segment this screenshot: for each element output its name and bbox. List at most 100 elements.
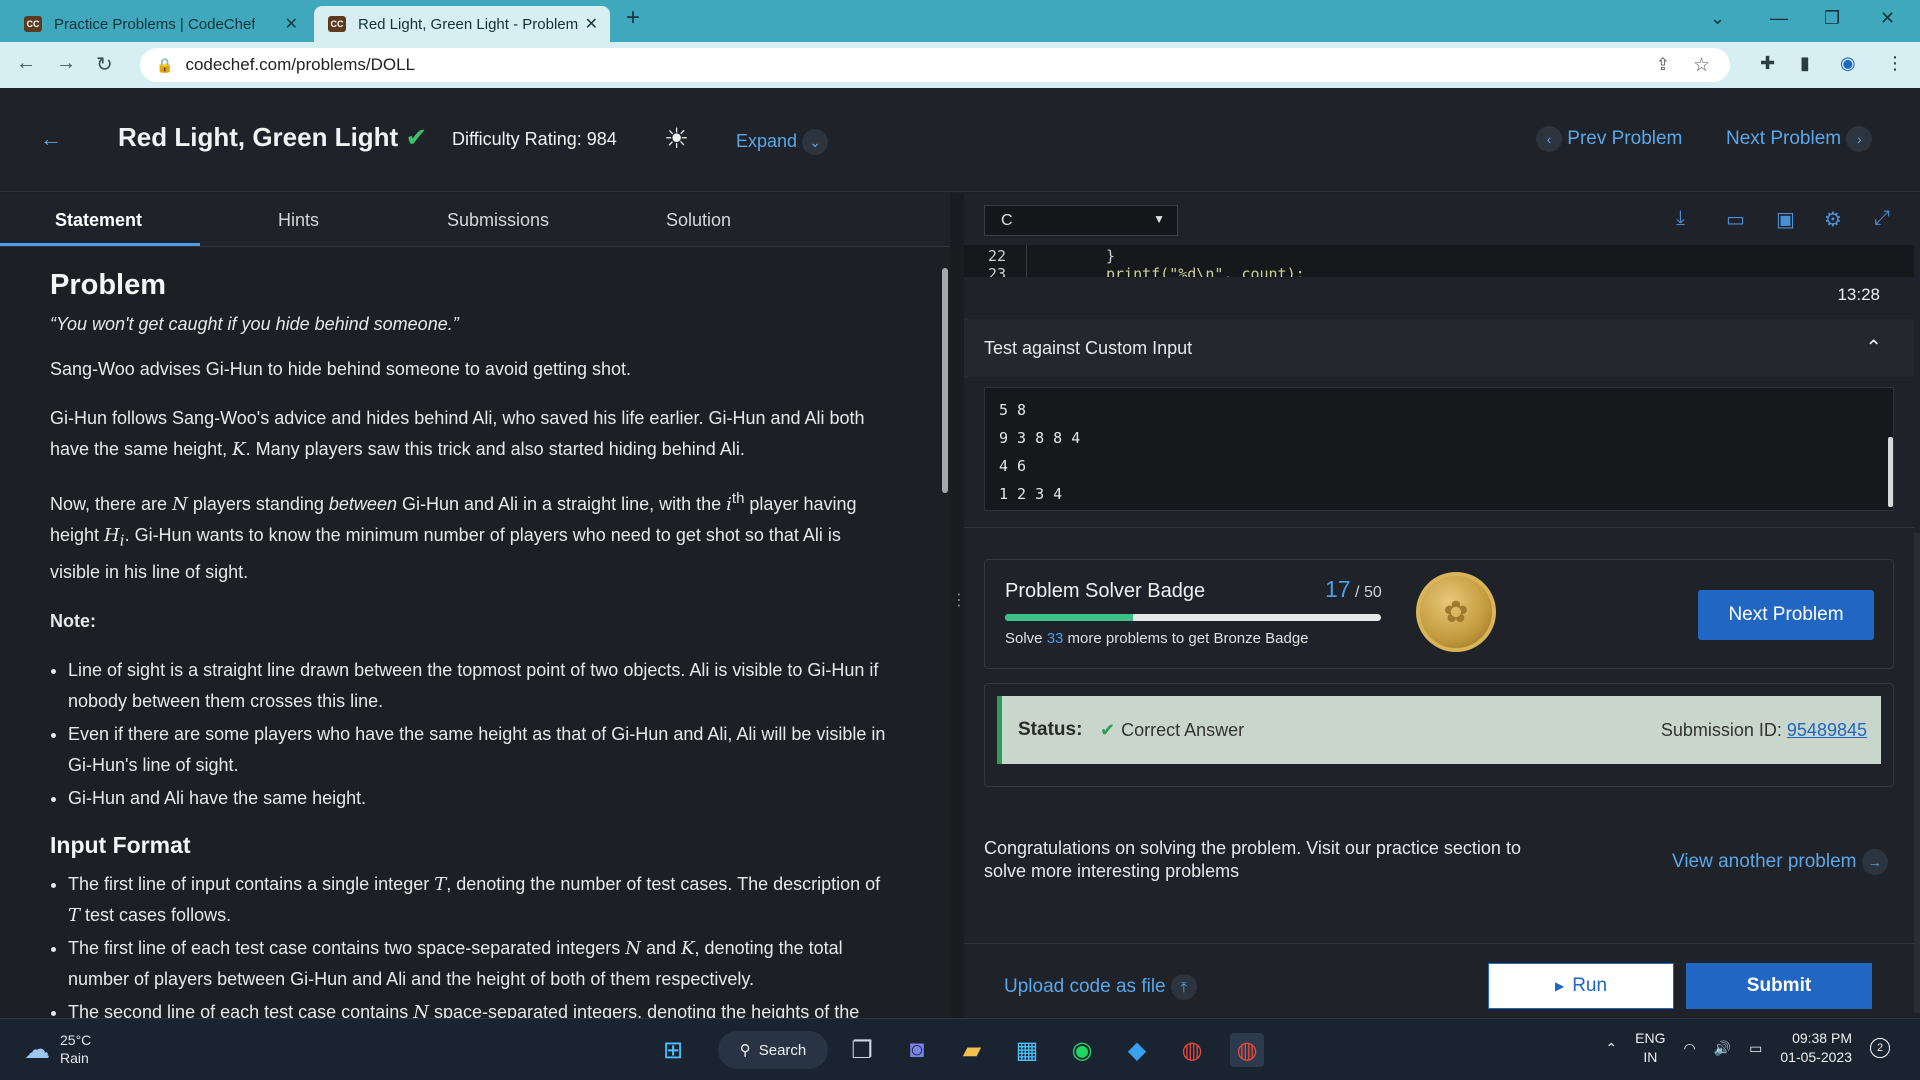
next-problem-button[interactable]: Next Problem: [1698, 590, 1874, 640]
list-item: Gi-Hun and Ali have the same height.: [68, 783, 890, 814]
download-icon[interactable]: ⤓: [1676, 207, 1685, 230]
windows-start-icon[interactable]: ⊞: [656, 1033, 690, 1067]
input-format-list: The first line of input contains a singl…: [68, 869, 890, 1018]
chevron-up-icon[interactable]: ⌃: [1605, 1040, 1617, 1057]
address-bar-row: ← → ↻ 🔒 codechef.com/problems/DOLL ⇪ ☆ ✚…: [0, 42, 1920, 88]
window-close-icon[interactable]: ✕: [1880, 8, 1895, 29]
vscode-icon[interactable]: ◆: [1120, 1033, 1154, 1067]
chevron-up-icon[interactable]: ⌃: [1865, 335, 1882, 360]
bookmark-star-icon[interactable]: ☆: [1693, 54, 1710, 77]
prev-problem-label: Prev Problem: [1567, 128, 1683, 150]
lang-primary: ENG: [1635, 1030, 1666, 1046]
code-editor[interactable]: 22 } 23 printf("%d\n", count);: [964, 245, 1914, 277]
minimize-icon[interactable]: —: [1770, 8, 1788, 29]
tab-solution[interactable]: Solution: [666, 210, 731, 231]
timer: 13:28: [1837, 285, 1880, 304]
language-value: C: [1001, 212, 1013, 229]
line-number: 22: [988, 247, 1007, 265]
statement-scrollbar[interactable]: [942, 268, 948, 493]
browser-tab-problem[interactable]: CC Red Light, Green Light - Problem ✕: [314, 6, 610, 42]
tab-hints[interactable]: Hints: [278, 210, 319, 231]
back-arrow-icon[interactable]: ←: [16, 52, 36, 75]
custom-input-textarea[interactable]: 5 8 9 3 8 8 4 4 6 1 2 3 4: [984, 387, 1894, 511]
tab-search-chevron-icon[interactable]: ⌄: [1710, 8, 1725, 29]
menu-kebab-icon[interactable]: ⋮: [1886, 53, 1904, 74]
wifi-icon[interactable]: ◠: [1683, 1040, 1695, 1057]
tab-submissions[interactable]: Submissions: [447, 210, 549, 231]
file-explorer-icon[interactable]: ▰: [955, 1033, 989, 1067]
submission-id-link[interactable]: 95489845: [1787, 720, 1867, 740]
statement-paragraph: Now, there are N players standing betwee…: [50, 490, 857, 582]
run-button[interactable]: ▶ Run: [1488, 963, 1674, 1009]
bronze-medal-icon: ✿: [1416, 572, 1496, 652]
badge-note: Solve 33 more problems to get Bronze Bad…: [1005, 630, 1309, 647]
prev-problem-button[interactable]: ‹ Prev Problem: [1536, 126, 1682, 152]
restore-icon[interactable]: ❐: [1824, 8, 1840, 29]
solved-check-icon: ✔: [405, 122, 428, 152]
spotify-icon[interactable]: ◉: [1065, 1033, 1099, 1067]
microsoft-store-icon[interactable]: ▦: [1010, 1033, 1044, 1067]
reload-icon[interactable]: ↻: [96, 52, 113, 77]
next-problem-link[interactable]: Next Problem ›: [1726, 126, 1873, 152]
extensions-puzzle-icon[interactable]: ✚: [1760, 53, 1775, 74]
check-icon: ✔: [1100, 720, 1116, 740]
problem-header: ← Red Light, Green Light ✔ Difficulty Ra…: [0, 88, 1920, 192]
side-panel-icon[interactable]: ▮: [1800, 53, 1810, 74]
clock[interactable]: 09:38 PM 01-05-2023: [1780, 1029, 1852, 1067]
share-icon[interactable]: ⇪: [1656, 55, 1670, 75]
expand-button[interactable]: Expand ⌄: [736, 129, 829, 155]
congrats-message: Congratulations on solving the problem. …: [984, 838, 1521, 881]
problem-statement: Problem “You won't get caught if you hid…: [0, 248, 940, 1018]
profile-avatar-icon[interactable]: ◉: [1840, 53, 1856, 74]
statement-paragraph: Sang-Woo advises Gi-Hun to hide behind s…: [50, 359, 632, 379]
lock-icon: 🔒: [156, 56, 174, 73]
taskbar-search[interactable]: ⚲ Search: [718, 1031, 828, 1069]
theme-toggle-sun-icon[interactable]: ☀: [664, 122, 689, 155]
save-icon[interactable]: ▣: [1776, 207, 1795, 232]
caret-down-icon: ▼: [1153, 212, 1165, 226]
settings-gear-icon[interactable]: ⚙: [1824, 207, 1842, 232]
notes-list: Line of sight is a straight line drawn b…: [68, 655, 890, 814]
custom-input-scrollbar[interactable]: [1888, 437, 1893, 507]
task-view-icon[interactable]: ❐: [845, 1033, 879, 1067]
close-icon[interactable]: ✕: [585, 14, 598, 34]
fullscreen-icon[interactable]: ⤢: [1874, 207, 1890, 230]
system-tray: ⌃ ENG IN ◠ 🔊 ▭ 09:38 PM 01-05-2023 2: [1605, 1029, 1890, 1067]
chevron-left-icon: ‹: [1536, 126, 1562, 152]
chrome-profile-icon[interactable]: ◍: [1230, 1033, 1264, 1067]
codechef-favicon-icon: CC: [328, 16, 346, 32]
status-value: ✔ Correct Answer: [1100, 720, 1245, 740]
problem-heading: Problem: [50, 269, 167, 301]
browser-tab-practice[interactable]: CC Practice Problems | CodeChef ✕: [10, 6, 310, 42]
upload-label: Upload code as file: [1004, 976, 1166, 998]
search-icon: ⚲: [739, 1042, 751, 1059]
view-another-problem-link[interactable]: View another problem →: [1672, 849, 1888, 875]
forward-arrow-icon[interactable]: →: [56, 52, 76, 75]
language-indicator[interactable]: ENG IN: [1635, 1029, 1665, 1067]
badge-card: Problem Solver Badge 17 / 50 Solve 33 mo…: [984, 559, 1894, 669]
clock-date: 01-05-2023: [1780, 1049, 1852, 1065]
volume-icon[interactable]: 🔊: [1714, 1040, 1731, 1057]
battery-icon[interactable]: ▭: [1749, 1040, 1762, 1057]
badge-progress-fill: [1005, 614, 1133, 621]
url-input[interactable]: 🔒 codechef.com/problems/DOLL ⇪ ☆: [140, 48, 1730, 82]
list-item: Line of sight is a straight line drawn b…: [68, 655, 890, 717]
chrome-icon[interactable]: ◍: [1175, 1033, 1209, 1067]
right-panel-scrollbar[interactable]: [1914, 533, 1920, 1013]
teams-chat-icon[interactable]: ◙: [900, 1033, 934, 1067]
language-select[interactable]: C ▼: [984, 205, 1178, 236]
temperature: 25°C: [60, 1032, 92, 1048]
upload-code-button[interactable]: Upload code as file ⤒: [1004, 974, 1197, 1000]
weather-widget[interactable]: ☁ 25°C Rain: [24, 1031, 91, 1067]
notification-badge[interactable]: 2: [1870, 1038, 1890, 1058]
chevron-right-icon: ›: [1846, 126, 1873, 152]
back-arrow-icon[interactable]: ←: [40, 126, 62, 152]
new-tab-button[interactable]: +: [626, 4, 640, 32]
tab-statement[interactable]: Statement: [55, 210, 142, 231]
tab-title: Red Light, Green Light - Problem: [358, 15, 579, 33]
view-another-label: View another problem: [1672, 851, 1857, 873]
submit-button[interactable]: Submit: [1686, 963, 1872, 1009]
custom-input-header[interactable]: Test against Custom Input ⌃: [964, 319, 1914, 377]
close-icon[interactable]: ✕: [285, 14, 298, 34]
comment-icon[interactable]: ▭: [1726, 207, 1745, 232]
